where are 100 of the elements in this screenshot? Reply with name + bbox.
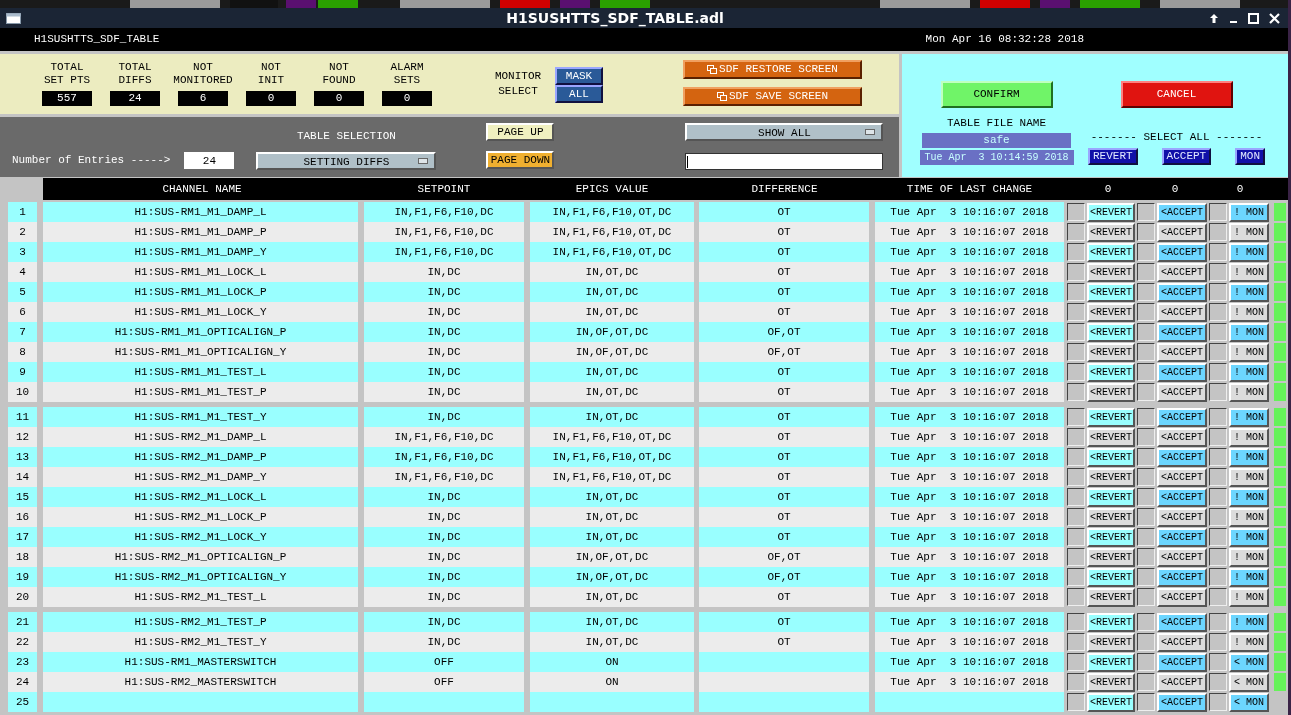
- checkbox[interactable]: [1209, 428, 1227, 446]
- revert-button[interactable]: <REVERT: [1087, 468, 1135, 487]
- checkbox[interactable]: [1067, 363, 1085, 381]
- checkbox[interactable]: [1067, 568, 1085, 586]
- checkbox[interactable]: [1137, 588, 1155, 606]
- checkbox[interactable]: [1209, 488, 1227, 506]
- checkbox[interactable]: [1067, 528, 1085, 546]
- checkbox[interactable]: [1137, 303, 1155, 321]
- checkbox[interactable]: [1137, 243, 1155, 261]
- checkbox[interactable]: [1067, 693, 1085, 711]
- accept-button[interactable]: <ACCEPT: [1157, 673, 1207, 692]
- checkbox[interactable]: [1137, 223, 1155, 241]
- accept-button[interactable]: <ACCEPT: [1157, 283, 1207, 302]
- checkbox[interactable]: [1209, 528, 1227, 546]
- checkbox[interactable]: [1137, 633, 1155, 651]
- revert-button[interactable]: <REVERT: [1087, 223, 1135, 242]
- checkbox[interactable]: [1137, 613, 1155, 631]
- revert-button[interactable]: <REVERT: [1087, 568, 1135, 587]
- checkbox[interactable]: [1209, 633, 1227, 651]
- checkbox[interactable]: [1137, 408, 1155, 426]
- checkbox[interactable]: [1209, 468, 1227, 486]
- accept-button[interactable]: <ACCEPT: [1157, 568, 1207, 587]
- checkbox[interactable]: [1209, 568, 1227, 586]
- revert-button[interactable]: <REVERT: [1087, 633, 1135, 652]
- checkbox[interactable]: [1067, 488, 1085, 506]
- monitor-button[interactable]: ! MON: [1229, 468, 1269, 487]
- accept-button[interactable]: <ACCEPT: [1157, 528, 1207, 547]
- checkbox[interactable]: [1137, 673, 1155, 691]
- accept-button[interactable]: <ACCEPT: [1157, 633, 1207, 652]
- monitor-button[interactable]: ! MON: [1229, 448, 1269, 467]
- checkbox[interactable]: [1067, 323, 1085, 341]
- checkbox[interactable]: [1067, 203, 1085, 221]
- revert-button[interactable]: <REVERT: [1087, 243, 1135, 262]
- monitor-button[interactable]: ! MON: [1229, 588, 1269, 607]
- accept-button[interactable]: <ACCEPT: [1157, 303, 1207, 322]
- revert-button[interactable]: <REVERT: [1087, 363, 1135, 382]
- monitor-button[interactable]: ! MON: [1229, 363, 1269, 382]
- checkbox[interactable]: [1137, 283, 1155, 301]
- checkbox[interactable]: [1137, 448, 1155, 466]
- monitor-button[interactable]: ! MON: [1229, 408, 1269, 427]
- checkbox[interactable]: [1137, 653, 1155, 671]
- monitor-button[interactable]: ! MON: [1229, 568, 1269, 587]
- accept-button[interactable]: <ACCEPT: [1157, 323, 1207, 342]
- checkbox[interactable]: [1137, 428, 1155, 446]
- checkbox[interactable]: [1209, 613, 1227, 631]
- revert-button[interactable]: <REVERT: [1087, 693, 1135, 712]
- monitor-button[interactable]: ! MON: [1229, 508, 1269, 527]
- revert-button[interactable]: <REVERT: [1087, 488, 1135, 507]
- checkbox[interactable]: [1137, 508, 1155, 526]
- accept-button[interactable]: <ACCEPT: [1157, 408, 1207, 427]
- checkbox[interactable]: [1067, 468, 1085, 486]
- revert-button[interactable]: <REVERT: [1087, 448, 1135, 467]
- checkbox[interactable]: [1209, 508, 1227, 526]
- checkbox[interactable]: [1209, 673, 1227, 691]
- checkbox[interactable]: [1137, 343, 1155, 361]
- select-all-button[interactable]: REVERT: [1088, 148, 1138, 165]
- checkbox[interactable]: [1137, 363, 1155, 381]
- checkbox[interactable]: [1137, 323, 1155, 341]
- checkbox[interactable]: [1067, 633, 1085, 651]
- monitor-button[interactable]: < MON: [1229, 673, 1269, 692]
- checkbox[interactable]: [1209, 323, 1227, 341]
- checkbox[interactable]: [1067, 653, 1085, 671]
- checkbox[interactable]: [1067, 383, 1085, 401]
- revert-button[interactable]: <REVERT: [1087, 323, 1135, 342]
- close-icon[interactable]: [1269, 12, 1280, 24]
- checkbox[interactable]: [1137, 468, 1155, 486]
- checkbox[interactable]: [1209, 303, 1227, 321]
- checkbox[interactable]: [1137, 548, 1155, 566]
- checkbox[interactable]: [1067, 548, 1085, 566]
- maximize-icon[interactable]: [1248, 12, 1259, 24]
- checkbox[interactable]: [1067, 243, 1085, 261]
- monitor-button[interactable]: ! MON: [1229, 243, 1269, 262]
- accept-button[interactable]: <ACCEPT: [1157, 613, 1207, 632]
- checkbox[interactable]: [1067, 508, 1085, 526]
- sdf-screen-button[interactable]: SDF RESTORE SCREEN: [683, 60, 862, 79]
- revert-button[interactable]: <REVERT: [1087, 428, 1135, 447]
- monitor-button[interactable]: ! MON: [1229, 223, 1269, 242]
- cancel-button[interactable]: CANCEL: [1120, 81, 1233, 108]
- checkbox[interactable]: [1067, 283, 1085, 301]
- accept-button[interactable]: <ACCEPT: [1157, 588, 1207, 607]
- checkbox[interactable]: [1209, 263, 1227, 281]
- monitor-button[interactable]: ! MON: [1229, 383, 1269, 402]
- revert-button[interactable]: <REVERT: [1087, 383, 1135, 402]
- monitor-button[interactable]: ! MON: [1229, 488, 1269, 507]
- checkbox[interactable]: [1067, 588, 1085, 606]
- monitor-button[interactable]: ! MON: [1229, 283, 1269, 302]
- revert-button[interactable]: <REVERT: [1087, 408, 1135, 427]
- monitor-select-button[interactable]: MASK: [555, 67, 603, 85]
- revert-button[interactable]: <REVERT: [1087, 528, 1135, 547]
- checkbox[interactable]: [1067, 448, 1085, 466]
- checkbox[interactable]: [1209, 408, 1227, 426]
- checkbox[interactable]: [1067, 673, 1085, 691]
- accept-button[interactable]: <ACCEPT: [1157, 508, 1207, 527]
- revert-button[interactable]: <REVERT: [1087, 203, 1135, 222]
- revert-button[interactable]: <REVERT: [1087, 263, 1135, 282]
- checkbox[interactable]: [1067, 408, 1085, 426]
- accept-button[interactable]: <ACCEPT: [1157, 243, 1207, 262]
- checkbox[interactable]: [1137, 488, 1155, 506]
- monitor-button[interactable]: ! MON: [1229, 528, 1269, 547]
- filter-dropdown[interactable]: SHOW ALL: [685, 123, 884, 141]
